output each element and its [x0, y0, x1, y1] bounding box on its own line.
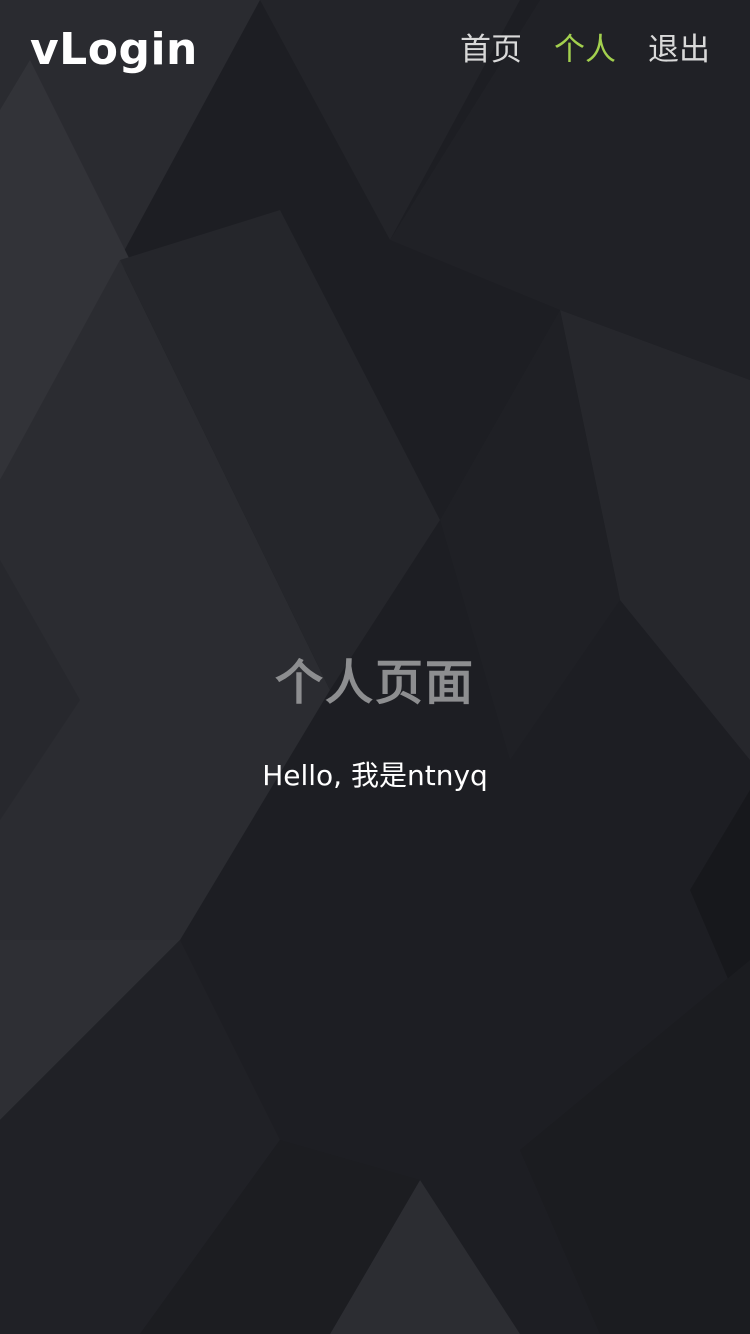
brand-logo[interactable]: vLogin: [30, 24, 198, 76]
nav-item-profile[interactable]: 个人: [554, 28, 616, 72]
main-nav: 首页 个人 退出: [460, 28, 710, 72]
nav-item-home[interactable]: 首页: [460, 28, 522, 72]
nav-item-logout[interactable]: 退出: [648, 28, 710, 72]
top-navbar: vLogin 首页 个人 退出: [0, 0, 750, 100]
profile-screen: vLogin 首页 个人 退出 个人页面 Hello, 我是ntnyq: [0, 0, 750, 1334]
page-title: 个人页面: [274, 655, 475, 711]
profile-content: 个人页面 Hello, 我是ntnyq: [0, 648, 750, 796]
greeting-text: Hello, 我是ntnyq: [262, 759, 488, 792]
